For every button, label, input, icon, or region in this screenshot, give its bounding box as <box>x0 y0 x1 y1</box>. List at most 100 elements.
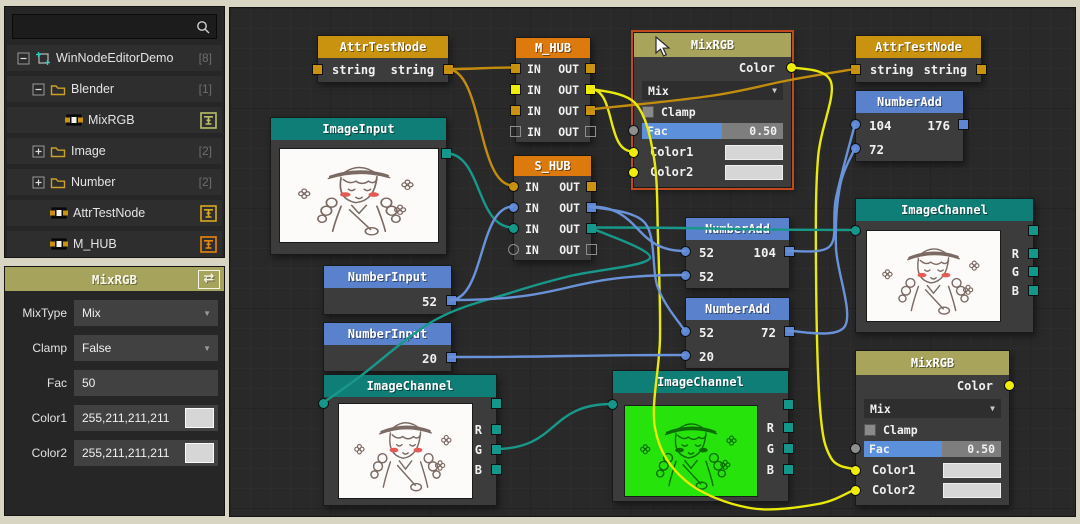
node-num-input-2[interactable]: NumberInput20 <box>323 322 452 372</box>
prop-field-color2[interactable]: 255,211,211,211 <box>74 440 218 466</box>
node-badge-icon[interactable] <box>200 205 217 222</box>
tree-expander-icon[interactable] <box>32 176 45 189</box>
wire-num-add-1-to-num-add-right[interactable] <box>788 124 855 252</box>
wire-num-input-1-to-num-add-1[interactable] <box>450 275 685 300</box>
color1-swatch[interactable] <box>943 463 1001 478</box>
socket-in3[interactable] <box>508 244 519 255</box>
tree-expander-icon[interactable] <box>32 145 45 158</box>
socket-B[interactable] <box>783 464 794 475</box>
color2-swatch[interactable] <box>725 165 783 180</box>
tree-row-image[interactable]: Image[2] <box>7 138 222 164</box>
node-m-hub[interactable]: M_HUBINOUTINOUTINOUTINOUT <box>515 37 591 143</box>
tree-expander-icon[interactable] <box>32 83 45 96</box>
node-s-hub[interactable]: S_HUBINOUTINOUTINOUTINOUT <box>513 155 592 261</box>
socket-in3[interactable] <box>510 126 521 137</box>
prop-field-mixtype[interactable]: Mix▼ <box>74 300 218 326</box>
socket-R[interactable] <box>1028 248 1039 259</box>
node-image-channel-mid[interactable]: ImageChannel RGB <box>612 370 789 502</box>
socket-out3[interactable] <box>585 126 596 137</box>
wire-image-channel-left-to-image-channel-mid[interactable] <box>495 404 612 449</box>
color2-swatch[interactable] <box>943 483 1001 498</box>
node-num-add-right[interactable]: NumberAdd10417672 <box>855 90 964 162</box>
wire-image-input-to-s-hub[interactable] <box>445 153 513 228</box>
color-swatch[interactable] <box>185 443 214 463</box>
node-image-channel-left[interactable]: ImageChannel RGB <box>323 374 497 506</box>
node-header[interactable]: NumberInput <box>324 323 451 345</box>
tree-row-winnodeeditordemo[interactable]: WinNodeEditorDemo[8] <box>7 45 222 71</box>
node-header[interactable]: ImageInput <box>271 118 446 140</box>
socket-in2[interactable] <box>510 105 521 116</box>
channel-label-r: R <box>475 423 482 437</box>
mix-type-select[interactable]: Mix▼ <box>864 399 1001 418</box>
wire-num-add-2-to-num-add-right[interactable] <box>788 148 855 334</box>
wire-attr-left-to-s-hub[interactable] <box>447 69 513 186</box>
mix-type-select[interactable]: Mix▼ <box>642 81 783 100</box>
node-image-input[interactable]: ImageInput <box>270 117 447 255</box>
prop-field-color1[interactable]: 255,211,211,211 <box>74 405 218 431</box>
socket-G[interactable] <box>783 443 794 454</box>
fac-slider[interactable]: Fac0.50 <box>864 441 1001 457</box>
socket-out[interactable] <box>976 64 987 75</box>
node-num-add-2[interactable]: NumberAdd527220 <box>685 297 790 369</box>
socket-out0[interactable] <box>586 181 597 192</box>
node-badge-icon[interactable] <box>200 112 217 129</box>
wire-num-input-1-to-s-hub[interactable] <box>450 207 513 301</box>
socket-out3[interactable] <box>586 244 597 255</box>
socket-B[interactable] <box>491 464 502 475</box>
number-left-value: 104 <box>869 118 892 133</box>
tree-row-mixrgb[interactable]: MixRGB <box>7 107 222 133</box>
number-value: 52 <box>422 294 437 309</box>
socket-top[interactable] <box>783 399 794 410</box>
socket-color2[interactable] <box>628 167 639 178</box>
socket-top[interactable] <box>491 398 502 409</box>
tree-expander-icon[interactable] <box>17 52 30 65</box>
search-input[interactable] <box>19 19 196 35</box>
node-badge-icon[interactable] <box>200 236 217 253</box>
socket-fac[interactable] <box>628 125 639 136</box>
prop-field-fac[interactable]: 50 <box>74 370 218 396</box>
prop-field-clamp[interactable]: False▼ <box>74 335 218 361</box>
socket-in[interactable] <box>312 64 323 75</box>
wire-attr-left-to-m-hub[interactable] <box>447 68 515 70</box>
fac-slider[interactable]: Fac0.50 <box>642 123 783 139</box>
node-header[interactable]: ImageChannel <box>856 199 1033 221</box>
socket-B[interactable] <box>1028 285 1039 296</box>
color-swatch[interactable] <box>185 408 214 428</box>
node-header[interactable]: M_HUB <box>516 38 590 58</box>
node-canvas[interactable]: AttrTestNodestringstring M_HUBINOUTINOUTI… <box>229 7 1076 517</box>
socket-R[interactable] <box>783 422 794 433</box>
hub-out-label: OUT <box>559 222 580 236</box>
node-header[interactable]: ImageChannel <box>324 375 496 397</box>
swap-icon[interactable]: ⇄ <box>198 270 220 289</box>
tree-row-m_hub[interactable]: M_HUB <box>7 231 222 257</box>
wire-num-input-2-to-num-add-2[interactable] <box>450 355 685 357</box>
color1-swatch[interactable] <box>725 145 783 160</box>
node-num-input-1[interactable]: NumberInput 52 <box>323 265 452 315</box>
node-attr-left[interactable]: AttrTestNodestringstring <box>317 35 449 83</box>
socket-fac[interactable] <box>850 443 861 454</box>
node-header[interactable]: NumberInput <box>324 266 451 288</box>
socket-out0[interactable] <box>585 63 596 74</box>
node-image-channel-right[interactable]: ImageChannel RGB <box>855 198 1034 333</box>
node-header[interactable]: AttrTestNode <box>318 36 448 58</box>
node-attr-right[interactable]: AttrTestNodestringstring <box>855 35 982 83</box>
clamp-checkbox[interactable] <box>864 424 876 436</box>
socket-G[interactable] <box>1028 266 1039 277</box>
search-box[interactable] <box>12 14 217 39</box>
node-header[interactable]: ImageChannel <box>613 371 788 393</box>
node-header[interactable]: NumberAdd <box>686 298 789 320</box>
node-header[interactable]: NumberAdd <box>856 91 963 113</box>
socket-in1[interactable] <box>510 84 521 95</box>
socket-out0[interactable] <box>958 119 969 130</box>
node-header[interactable]: AttrTestNode <box>856 36 981 58</box>
socket-top[interactable] <box>1028 225 1039 236</box>
socket-R[interactable] <box>491 424 502 435</box>
tree-row-attrtestnode[interactable]: AttrTestNode <box>7 200 222 226</box>
tree-row-number[interactable]: Number[2] <box>7 169 222 195</box>
node-header[interactable]: S_HUB <box>514 156 591 176</box>
node-header[interactable]: MixRGB <box>856 351 1009 375</box>
wire-mix-selected-to-mix-bottom[interactable] <box>790 67 855 470</box>
socket-out[interactable] <box>1004 380 1015 391</box>
tree-row-blender[interactable]: Blender[1] <box>7 76 222 102</box>
node-mix-bottom[interactable]: MixRGBColorMix▼ClampFac0.50Color1Color2 <box>855 350 1010 506</box>
